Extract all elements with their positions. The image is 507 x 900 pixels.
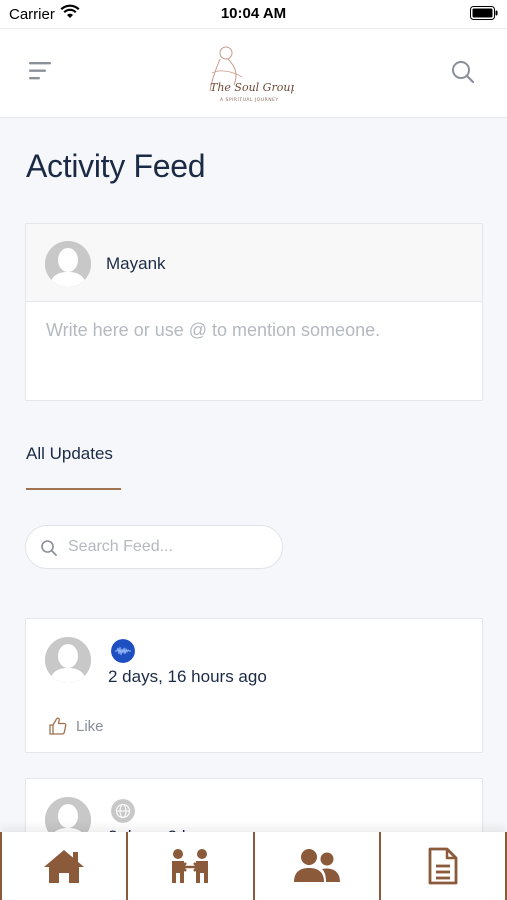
activity-card: 2 days, 16 hours ago Like: [25, 618, 483, 753]
user-placeholder-icon: [45, 241, 91, 287]
thumbs-up-icon: [49, 717, 67, 735]
post-composer[interactable]: Mayank Write here or use @ to mention so…: [25, 223, 483, 401]
user-placeholder-icon: [45, 637, 91, 683]
composer-input[interactable]: Write here or use @ to mention someone.: [46, 320, 380, 341]
logo[interactable]: The Soul Group A SPIRITUAL JOURNEY: [198, 39, 294, 107]
like-label: Like: [76, 717, 104, 735]
logo-subtext: A SPIRITUAL JOURNEY: [220, 97, 279, 103]
nav-home[interactable]: [0, 832, 126, 900]
page-title: Activity Feed: [26, 148, 206, 184]
status-bar: Carrier 10:04 AM: [0, 0, 507, 28]
audio-wave-icon: [111, 639, 135, 663]
like-button[interactable]: Like: [48, 715, 104, 737]
search-icon[interactable]: [450, 59, 476, 85]
nav-connections[interactable]: [126, 832, 252, 900]
active-tab-indicator: [26, 488, 121, 490]
composer-user-name: Mayank: [106, 254, 166, 273]
battery-icon: [470, 6, 498, 20]
logo-text: The Soul Group: [210, 81, 294, 94]
globe-icon: [111, 799, 135, 823]
tab-all-updates[interactable]: All Updates: [26, 444, 113, 464]
search-feed-box[interactable]: [25, 525, 283, 569]
nav-groups[interactable]: [252, 832, 379, 900]
search-icon: [41, 540, 57, 556]
composer-header: Mayank: [26, 224, 482, 302]
nav-documents[interactable]: [378, 832, 507, 900]
connections-icon: [172, 849, 209, 883]
search-feed-input[interactable]: [68, 526, 268, 568]
avatar[interactable]: [45, 241, 91, 287]
groups-icon: [293, 849, 340, 882]
home-icon: [44, 850, 85, 883]
document-icon: [428, 847, 458, 885]
app-header: The Soul Group A SPIRITUAL JOURNEY: [0, 28, 507, 118]
bottom-nav: [0, 832, 507, 900]
menu-icon[interactable]: [27, 60, 53, 82]
activity-timestamp[interactable]: 2 days, 16 hours ago: [108, 667, 267, 687]
avatar[interactable]: [45, 637, 91, 683]
status-time: 10:04 AM: [220, 5, 287, 22]
